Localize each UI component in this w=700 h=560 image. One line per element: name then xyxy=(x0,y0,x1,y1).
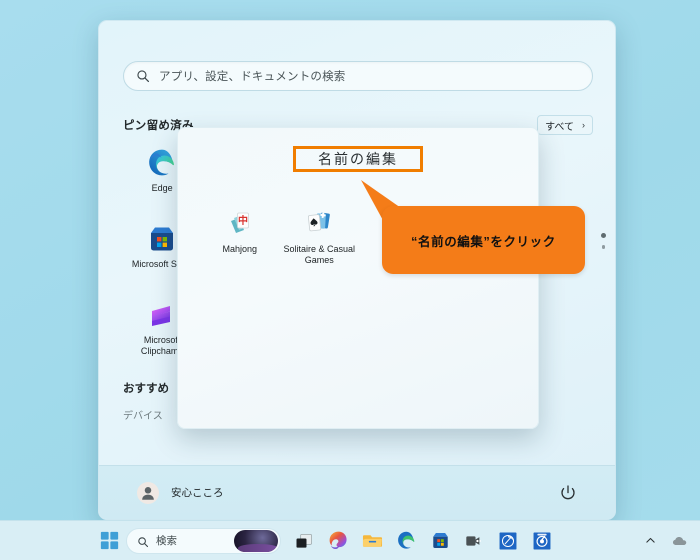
start-button[interactable] xyxy=(92,526,126,556)
page-dot-active[interactable] xyxy=(601,233,606,238)
taskbar-search-box[interactable]: 検索 xyxy=(126,527,281,554)
power-icon[interactable] xyxy=(559,484,577,502)
start-search-placeholder: アプリ、設定、ドキュメントの検索 xyxy=(159,71,346,83)
search-highlight-thumbnail[interactable] xyxy=(234,529,278,552)
page-dot-inactive[interactable] xyxy=(601,245,606,249)
taskbar-webcam-button[interactable] xyxy=(457,524,491,558)
callout-bubble: “名前の編集”をクリック xyxy=(382,206,585,274)
taskbar-microsoft-store-button[interactable] xyxy=(423,524,457,558)
clipchamp-icon xyxy=(146,299,178,331)
recommended-title: おすすめ xyxy=(123,383,169,395)
folder-name-highlight: 名前の編集 xyxy=(293,146,423,172)
taskbar-security-app-button[interactable] xyxy=(491,524,525,558)
folder-flyout: 名前の編集 中 Mahjong Solitaire & Casual Games xyxy=(177,127,539,429)
all-apps-label: すべて xyxy=(545,121,574,133)
chevron-up-icon[interactable] xyxy=(642,533,658,549)
microsoft-store-icon xyxy=(146,223,178,255)
search-icon xyxy=(137,535,149,547)
chevron-right-icon: › xyxy=(582,120,585,130)
taskbar-antivirus-app-button[interactable] xyxy=(525,524,559,558)
system-tray xyxy=(642,533,688,549)
folder-app-label: Solitaire & Casual Games xyxy=(283,244,356,265)
svg-text:中: 中 xyxy=(238,214,248,227)
taskbar-copilot-button[interactable] xyxy=(321,524,355,558)
taskbar-items: 検索 xyxy=(92,524,559,558)
start-menu-footer: 安心こころ xyxy=(99,465,615,519)
folder-app-solitaire[interactable]: Solitaire & Casual Games xyxy=(280,204,360,266)
taskbar-task-view-button[interactable] xyxy=(287,524,321,558)
folder-name-row: 名前の編集 xyxy=(178,146,538,172)
all-apps-button[interactable]: すべて › xyxy=(537,115,593,135)
recommended-subtitle: デバイス xyxy=(123,411,163,422)
user-name: 安心こころ xyxy=(171,487,224,499)
folder-app-label: Mahjong xyxy=(222,244,258,254)
user-account-button[interactable]: 安心こころ xyxy=(137,481,224,504)
taskbar-file-explorer-button[interactable] xyxy=(355,524,389,558)
taskbar-search-label: 検索 xyxy=(156,535,177,547)
callout-text: “名前の編集”をクリック xyxy=(411,234,556,249)
search-icon xyxy=(136,69,150,83)
folder-app-mahjong[interactable]: 中 Mahjong xyxy=(200,204,280,266)
taskbar: 検索 xyxy=(0,520,700,560)
start-search-input[interactable]: アプリ、設定、ドキュメントの検索 xyxy=(123,61,593,91)
solitaire-icon xyxy=(303,208,335,240)
pinned-page-indicator[interactable] xyxy=(601,233,606,249)
edge-icon xyxy=(146,147,178,179)
mahjong-icon: 中 xyxy=(224,208,256,240)
desktop-background: アプリ、設定、ドキュメントの検索 ピン留め済み すべて › Edge Micro… xyxy=(0,0,700,560)
edit-name-field[interactable]: 名前の編集 xyxy=(296,146,420,172)
cloud-icon[interactable] xyxy=(672,533,688,549)
user-avatar-icon xyxy=(137,481,159,504)
taskbar-edge-button[interactable] xyxy=(389,524,423,558)
